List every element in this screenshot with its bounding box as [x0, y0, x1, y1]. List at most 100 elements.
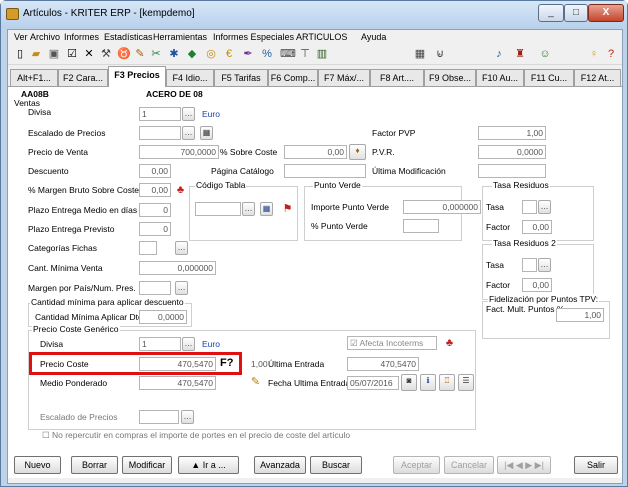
categorias-input[interactable] [139, 241, 157, 255]
keyboard-icon[interactable]: ⌨ [280, 48, 296, 60]
margen-pais-input[interactable] [139, 281, 171, 295]
nuevo-button[interactable]: Nuevo [14, 456, 61, 474]
filter-icon[interactable]: ⊤ [299, 48, 311, 60]
flag-icon[interactable]: ⚑ [280, 202, 295, 217]
money-icon[interactable]: ☺ [539, 48, 551, 60]
pagina-catalogo-input[interactable] [284, 164, 366, 178]
close-button[interactable]: X [588, 4, 624, 22]
tasa2-input[interactable] [522, 258, 537, 272]
save-icon[interactable]: ▣ [48, 48, 60, 60]
calculator-icon[interactable]: ▦ [414, 48, 426, 60]
salir-button[interactable]: Salir [574, 456, 618, 474]
tab-f10[interactable]: F10 Au... [476, 69, 524, 86]
precio-venta-input[interactable]: 700,0000 [139, 145, 219, 159]
coste-escalado-input[interactable] [139, 410, 179, 424]
tab-f6[interactable]: F6 Comp... [268, 69, 318, 86]
codigo-tabla-input[interactable] [195, 202, 241, 216]
factor-tasa2-input[interactable]: 0,00 [522, 278, 552, 292]
maximize-button[interactable]: □ [564, 4, 588, 22]
avanzada-button[interactable]: Avanzada [254, 456, 306, 474]
codigo-tabla-grid-button[interactable]: ▦ [260, 202, 273, 216]
categorias-lookup-button[interactable]: … [175, 241, 188, 255]
no-repercutir-checkbox[interactable]: ☐ No repercutir en compras el importe de… [42, 430, 350, 441]
menu-herramientas[interactable]: Herramientas [153, 32, 207, 42]
cancelar-button[interactable]: Cancelar [444, 456, 494, 474]
margen-pais-lookup-button[interactable]: … [175, 281, 188, 295]
ir-a-button[interactable]: ▲ Ir a ... [178, 456, 239, 474]
record-navigator[interactable]: |◀ ◀ ▶ ▶| [497, 456, 551, 474]
cream-icon[interactable]: ♪ [493, 48, 505, 60]
escalado-lookup-button[interactable]: … [182, 126, 195, 140]
modificar-button[interactable]: Modificar [122, 456, 172, 474]
cant-min-dto-input[interactable]: 0,0000 [139, 310, 187, 324]
open-folder-icon[interactable]: ▰ [30, 48, 42, 60]
medio-ponderado-input[interactable]: 470,5470 [139, 376, 216, 390]
tab-alt-f1[interactable]: Alt+F1... [10, 69, 58, 86]
escalado-input[interactable] [139, 126, 181, 140]
afecta-incoterms-checkbox[interactable]: ☑ Afecta Incoterms [347, 336, 437, 350]
descuento-input[interactable]: 0,00 [139, 164, 171, 178]
tab-f2[interactable]: F2 Cara... [58, 69, 108, 86]
euro-icon[interactable]: € [223, 48, 235, 60]
scissors-icon[interactable]: ✂ [150, 48, 162, 60]
tasa2-lookup-button[interactable]: … [538, 258, 551, 272]
codigo-tabla-lookup-button[interactable]: … [242, 202, 255, 216]
coins-icon[interactable]: ◎ [205, 48, 217, 60]
plazo-medio-input[interactable]: 0 [139, 203, 171, 217]
pvr-input[interactable]: 0,0000 [478, 145, 546, 159]
new-doc-icon[interactable]: ▯ [14, 48, 26, 60]
percent-icon[interactable]: % [261, 48, 273, 60]
delete-icon[interactable]: ✕ [83, 48, 95, 60]
menu-ver[interactable]: Ver [14, 32, 28, 42]
margen-input[interactable]: 0,00 [139, 183, 171, 197]
pen-icon[interactable]: ✒ [242, 48, 254, 60]
cart-icon[interactable]: ⊌ [434, 48, 446, 60]
coste-divisa-lookup-button[interactable]: … [182, 337, 195, 351]
ultima-mod-input[interactable] [478, 164, 546, 178]
lightbulb-icon[interactable]: ♀ [588, 48, 600, 60]
pencil-icon[interactable]: ✎ [134, 48, 146, 60]
importe-punto-verde-input[interactable]: 0,000000 [403, 200, 481, 214]
sobre-coste-input[interactable]: 0,00 [284, 145, 347, 159]
borrar-button[interactable]: Borrar [71, 456, 118, 474]
snowflake-icon[interactable]: ✱ [168, 48, 180, 60]
plazo-previsto-input[interactable]: 0 [139, 222, 171, 236]
divisa-input[interactable]: 1 [139, 107, 181, 121]
menu-informes[interactable]: Informes [64, 32, 99, 42]
tab-f12[interactable]: F12 At... [574, 69, 621, 86]
tab-f3-precios[interactable]: F3 Precios [108, 66, 166, 87]
tab-f7[interactable]: F7 Máx/... [318, 69, 370, 86]
tab-f4[interactable]: F4 Idio... [166, 69, 214, 86]
tasa-input[interactable] [522, 200, 537, 214]
menu-archivo[interactable]: Archivo [30, 32, 60, 42]
tool-button[interactable]: ♖ [439, 374, 455, 391]
calendar-button[interactable]: ◙ [401, 374, 417, 391]
wallet-icon[interactable]: ♜ [514, 48, 526, 60]
fact-mult-puntos-input[interactable]: 1,00 [556, 308, 604, 322]
coste-escalado-lookup-button[interactable]: … [181, 410, 194, 424]
tab-f11[interactable]: F11 Cu... [524, 69, 574, 86]
escalado-grid-button[interactable]: ▦ [200, 126, 213, 140]
factor-pvp-input[interactable]: 1,00 [478, 126, 546, 140]
coste-divisa-input[interactable]: 1 [139, 337, 181, 351]
list-button[interactable]: ☰ [458, 374, 474, 391]
aceptar-button[interactable]: Aceptar [393, 456, 440, 474]
pct-punto-verde-input[interactable] [403, 219, 439, 233]
buscar-button[interactable]: Buscar [310, 456, 362, 474]
tab-f8[interactable]: F8 Art.... [370, 69, 424, 86]
menu-estadisticas[interactable]: Estadísticas [104, 32, 153, 42]
ultima-entrada-input[interactable]: 470,5470 [347, 357, 419, 371]
minimize-button[interactable]: _ [538, 4, 564, 22]
cant-minima-input[interactable]: 0,000000 [139, 261, 216, 275]
menu-informes-especiales[interactable]: Informes Especiales ARTICULOS [213, 32, 347, 42]
edit-icon[interactable]: ☑ [66, 48, 78, 60]
tab-f5[interactable]: F5 Tarifas [214, 69, 268, 86]
divisa-lookup-button[interactable]: … [182, 107, 195, 121]
coins-calc-icon[interactable]: ♦ [349, 144, 366, 160]
tasa-lookup-button[interactable]: … [538, 200, 551, 214]
incoterms-tag-icon[interactable]: ♣ [442, 336, 457, 351]
tools-icon[interactable]: ⚒ [100, 48, 112, 60]
fecha-ultima-entrada-input[interactable]: 05/07/2016 [347, 376, 399, 390]
menu-ayuda[interactable]: Ayuda [361, 32, 386, 42]
divisa-name-link[interactable]: Euro [202, 109, 220, 119]
